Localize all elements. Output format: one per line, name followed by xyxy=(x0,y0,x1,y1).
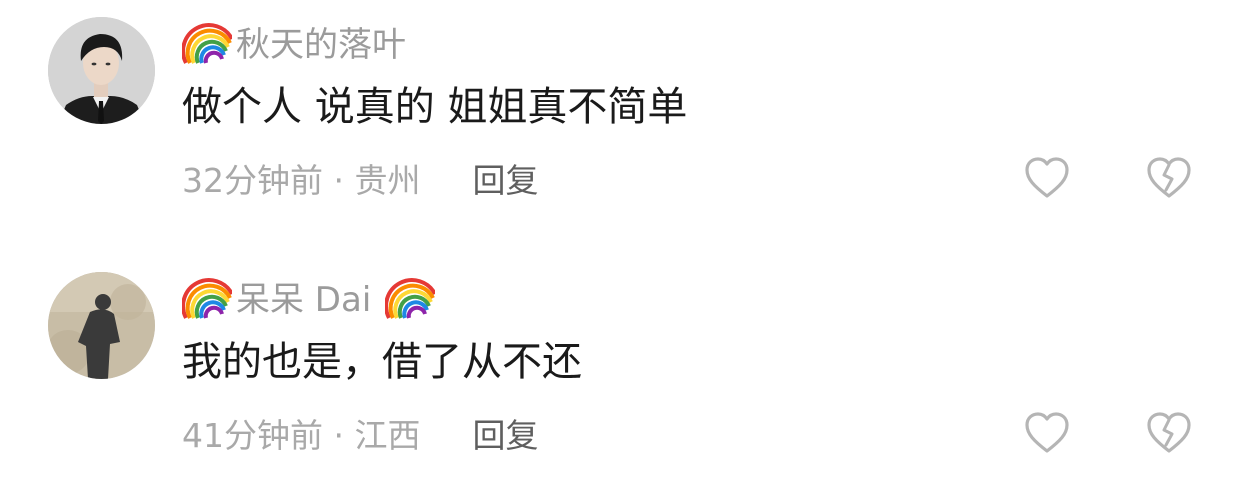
like-button[interactable] xyxy=(1024,411,1070,455)
comment-meta: 41分钟前 · 江西 回复 xyxy=(182,411,538,455)
comment-item: 呆呆 Dai 我的也是，借了从不还 41分钟前 · 江西 回复 xyxy=(0,255,1242,485)
rainbow-icon xyxy=(182,272,232,320)
username[interactable]: 呆呆 Dai xyxy=(236,272,371,321)
username-row: 秋天的落叶 xyxy=(182,17,420,65)
heart-icon xyxy=(1025,157,1069,198)
username-row: 呆呆 Dai xyxy=(182,272,436,321)
dislike-button[interactable] xyxy=(1146,411,1192,455)
heart-icon xyxy=(1025,412,1069,453)
broken-heart-icon xyxy=(1147,157,1191,198)
username[interactable]: 秋天的落叶 xyxy=(236,17,406,66)
time-location: 41分钟前 · 江西 xyxy=(182,416,421,455)
time-location: 32分钟前 · 贵州 xyxy=(182,161,421,200)
rainbow-icon xyxy=(385,272,436,320)
dislike-button[interactable] xyxy=(1146,156,1192,200)
like-button[interactable] xyxy=(1024,156,1070,200)
comment-item: 秋天的落叶 做个人 说真的 姐姐真不简单 32分钟前 · 贵州 回复 xyxy=(0,0,1242,230)
broken-heart-icon xyxy=(1147,412,1191,453)
rainbow-icon xyxy=(182,17,232,65)
comment-meta: 32分钟前 · 贵州 回复 xyxy=(182,156,538,200)
comment-text: 我的也是，借了从不还 xyxy=(182,339,582,385)
reply-button[interactable]: 回复 xyxy=(472,409,538,457)
avatar[interactable] xyxy=(48,272,155,379)
comment-text: 做个人 说真的 姐姐真不简单 xyxy=(182,84,688,130)
reply-button[interactable]: 回复 xyxy=(472,154,538,202)
avatar[interactable] xyxy=(48,17,155,124)
